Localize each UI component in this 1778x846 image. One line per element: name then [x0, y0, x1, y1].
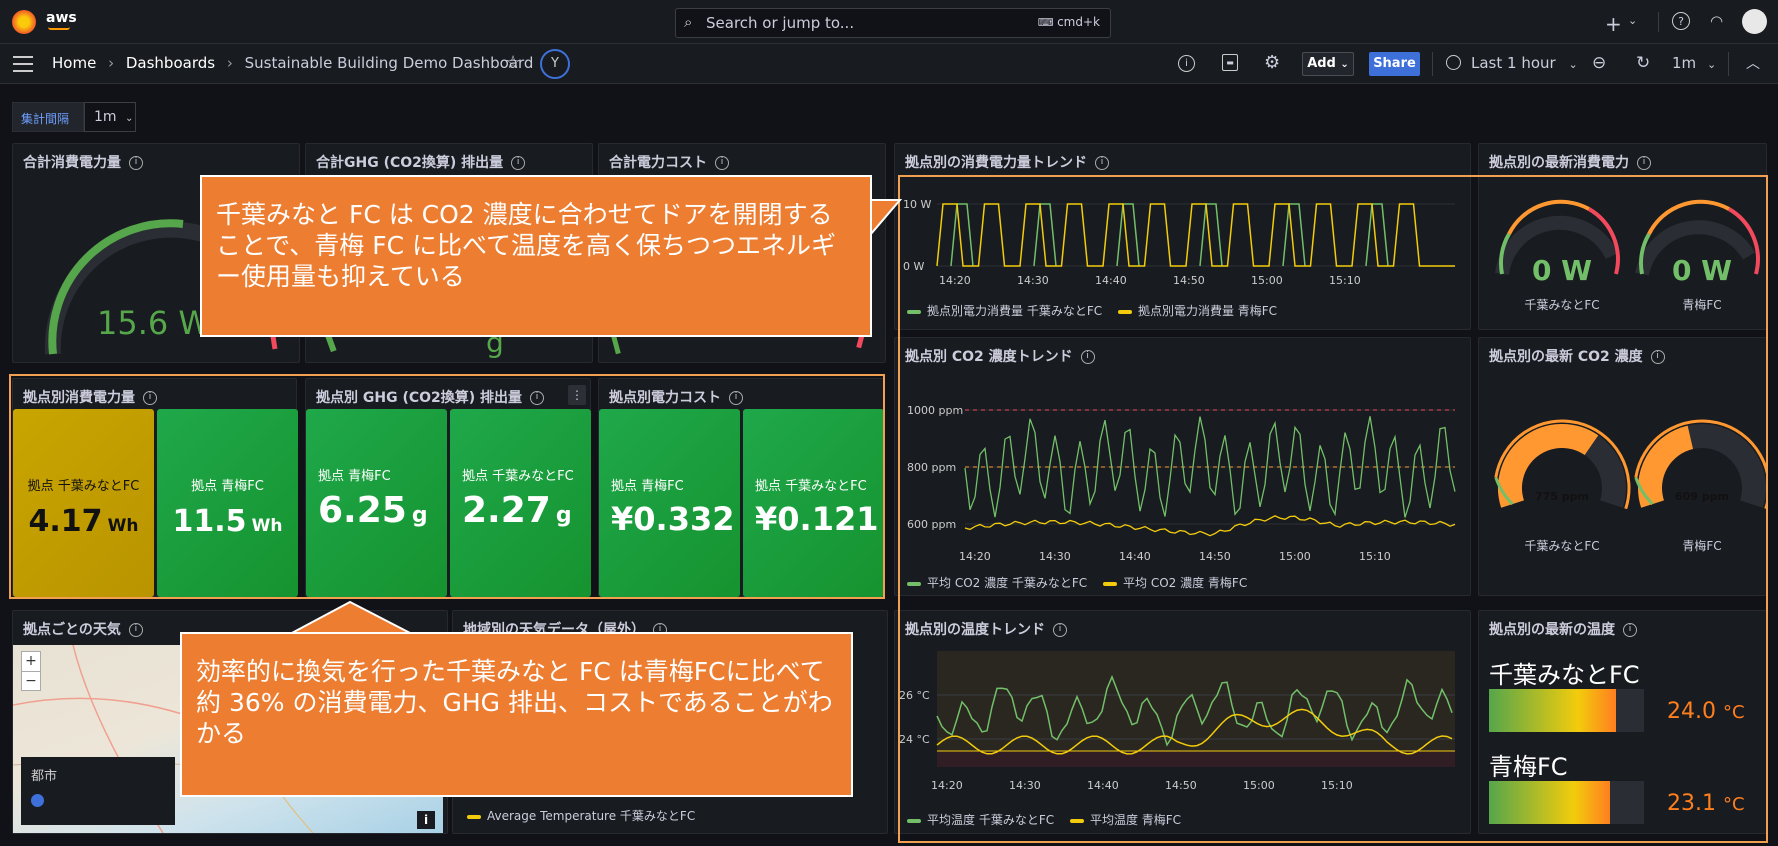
- clock-icon: [1446, 55, 1461, 70]
- map-info-button[interactable]: i: [417, 811, 435, 829]
- panel-title: 拠点ごとの天気 i: [23, 619, 143, 639]
- info-icon[interactable]: i: [1178, 55, 1195, 72]
- divider: [1432, 52, 1433, 76]
- news-icon[interactable]: ◠: [1710, 12, 1723, 30]
- callout-bottom: 効率的に換気を行った千葉みなと FC は青梅FCに比べて約 36% の消費電力、…: [180, 632, 853, 797]
- zoom-out-icon[interactable]: ⊖: [1592, 53, 1606, 73]
- plus-icon[interactable]: +: [1605, 12, 1622, 36]
- breadcrumb-dashboards[interactable]: Dashboards: [126, 54, 215, 72]
- breadcrumb-home[interactable]: Home: [52, 54, 96, 72]
- top-bar: aws ⌕ Search or jump to... ⌨ cmd+k + ⌄ ?…: [0, 0, 1778, 44]
- aws-smile-icon: [48, 27, 70, 30]
- star-icon[interactable]: ☆: [505, 52, 521, 73]
- time-range-picker[interactable]: Last 1 hour ⌄: [1446, 54, 1578, 72]
- refresh-interval-picker[interactable]: 1m ⌄: [1672, 54, 1716, 72]
- panel-title: 合計電力コスト i: [609, 152, 729, 172]
- breadcrumb-current: Sustainable Building Demo Dashboard: [244, 54, 534, 72]
- panel-title: 合計GHG (CO2換算) 排出量 i: [316, 152, 526, 172]
- chevron-down-icon[interactable]: ⌄: [1628, 14, 1637, 27]
- aws-logo: aws: [46, 10, 77, 26]
- zoom-out-button[interactable]: −: [22, 671, 40, 691]
- refresh-icon[interactable]: ↻: [1636, 53, 1650, 73]
- panel-title: 合計消費電力量 i: [23, 152, 143, 172]
- share-button[interactable]: Share: [1369, 52, 1420, 76]
- search-icon: ⌕: [684, 13, 693, 31]
- interval-variable-label: 集計間隔: [12, 102, 84, 132]
- user-avatar[interactable]: [1742, 9, 1767, 34]
- interval-variable-select[interactable]: 1m ⌄: [84, 102, 136, 132]
- callout-top: 千葉みなと FC は CO2 濃度に合わせてドアを開閉することで、青梅 FC に…: [200, 175, 872, 337]
- panel-title: 拠点別の最新消費電力 i: [1489, 152, 1651, 172]
- regional-weather-legend: Average Temperature 千葉みなとFC: [467, 807, 695, 824]
- breadcrumb: Home › Dashboards › Sustainable Building…: [52, 54, 534, 72]
- help-icon[interactable]: ?: [1672, 12, 1690, 30]
- panel-title: 拠点別の消費電力量トレンド i: [905, 152, 1109, 172]
- save-icon[interactable]: ▬: [1222, 54, 1238, 71]
- city-marker-icon: [31, 794, 44, 807]
- highlight-box-site-stats: [9, 374, 885, 599]
- gear-icon[interactable]: ⚙: [1264, 52, 1280, 73]
- add-button[interactable]: Add ⌄: [1302, 52, 1354, 76]
- highlight-box-trends: [898, 175, 1768, 843]
- avatar[interactable]: Y: [540, 49, 570, 79]
- search-placeholder: Search or jump to...: [706, 14, 855, 32]
- divider: [1728, 52, 1729, 76]
- collapse-icon[interactable]: ︿: [1746, 53, 1760, 73]
- search-input[interactable]: ⌕ Search or jump to... ⌨ cmd+k: [675, 8, 1111, 38]
- map-legend: 都市: [21, 757, 175, 825]
- divider: [1658, 12, 1659, 32]
- search-shortcut: ⌨ cmd+k: [1037, 15, 1100, 29]
- nav-bar: Home › Dashboards › Sustainable Building…: [0, 44, 1778, 84]
- zoom-in-button[interactable]: +: [22, 652, 40, 671]
- grafana-logo-icon[interactable]: [12, 10, 36, 34]
- menu-icon[interactable]: [13, 56, 33, 72]
- map-zoom-control: + −: [21, 651, 41, 691]
- map-legend-title: 都市: [31, 769, 58, 784]
